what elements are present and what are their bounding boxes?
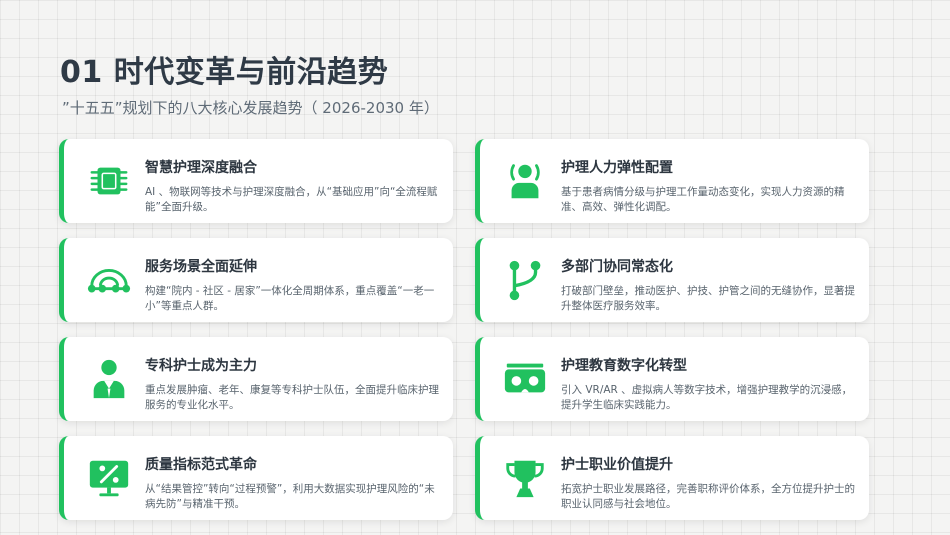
- vr-headset-icon: [501, 355, 549, 403]
- trophy-icon: [501, 454, 549, 502]
- card-title: 质量指标范式革命: [145, 457, 257, 473]
- percent-screen-icon: [85, 454, 133, 502]
- card-description: 构建“院内 - 社区 - 居家”一体化全周期体系，重点覆盖“一老一小”等重点人群…: [145, 285, 435, 312]
- network-arc-icon: [85, 256, 133, 304]
- nurse-icon: [85, 355, 133, 403]
- card-title: 多部门协同常态化: [561, 259, 673, 275]
- page-title: 01 时代变革与前沿趋势: [60, 55, 389, 90]
- card-title: 护理人力弹性配置: [561, 160, 673, 176]
- card-title: 护理教育数字化转型: [561, 358, 687, 374]
- card-title: 专科护士成为主力: [145, 358, 257, 374]
- page-subtitle: ”十五五”规划下的八大核心发展趋势（ 2026-2030 年）: [62, 99, 439, 117]
- card-description: 拓宽护士职业发展路径，完善职称评价体系，全方位提升护士的职业认同感与社会地位。: [561, 483, 855, 510]
- trend-card-specialist-nurses: 专科护士成为主力 重点发展肿瘤、老年、康复等专科护士队伍，全面提升临床护理服务的…: [59, 337, 453, 421]
- trend-card-career-value: 护士职业价值提升 拓宽护士职业发展路径，完善职称评价体系，全方位提升护士的职业认…: [475, 436, 869, 520]
- card-title: 服务场景全面延伸: [145, 259, 257, 275]
- trend-card-staff-allocation: 护理人力弹性配置 基于患者病情分级与护理工作量动态变化，实现人力资源的精准、高效…: [475, 139, 869, 223]
- chip-icon: [85, 157, 133, 205]
- trend-card-smart-nursing: 智慧护理深度融合 AI 、物联网等技术与护理深度融合，从“基础应用”向“全流程赋…: [59, 139, 453, 223]
- card-description: 打破部门壁垒，推动医护、护技、护管之间的无缝协作，显著提升整体医疗服务效率。: [561, 285, 855, 312]
- card-title: 智慧护理深度融合: [145, 160, 257, 176]
- branch-icon: [501, 256, 549, 304]
- card-description: 从“结果管控”转向“过程预警”，利用大数据实现护理风险的“未病先防”与精准干预。: [145, 483, 435, 510]
- card-description: AI 、物联网等技术与护理深度融合，从“基础应用”向“全流程赋能”全面升级。: [145, 186, 438, 213]
- card-description: 基于患者病情分级与护理工作量动态变化，实现人力资源的精准、高效、弹性化调配。: [561, 186, 845, 213]
- staff-icon: [501, 157, 549, 205]
- trend-card-digital-education: 护理教育数字化转型 引入 VR/AR 、虚拟病人等数字技术，增强护理教学的沉浸感…: [475, 337, 869, 421]
- trend-card-service-extension: 服务场景全面延伸 构建“院内 - 社区 - 居家”一体化全周期体系，重点覆盖“一…: [59, 238, 453, 322]
- card-description: 重点发展肿瘤、老年、康复等专科护士队伍，全面提升临床护理服务的专业化水平。: [145, 384, 439, 411]
- trend-card-quality-indicators: 质量指标范式革命 从“结果管控”转向“过程预警”，利用大数据实现护理风险的“未病…: [59, 436, 453, 520]
- card-description: 引入 VR/AR 、虚拟病人等数字技术，增强护理教学的沉浸感，提升学生临床实践能…: [561, 384, 853, 411]
- card-title: 护士职业价值提升: [561, 457, 673, 473]
- trend-card-collaboration: 多部门协同常态化 打破部门壁垒，推动医护、护技、护管之间的无缝协作，显著提升整体…: [475, 238, 869, 322]
